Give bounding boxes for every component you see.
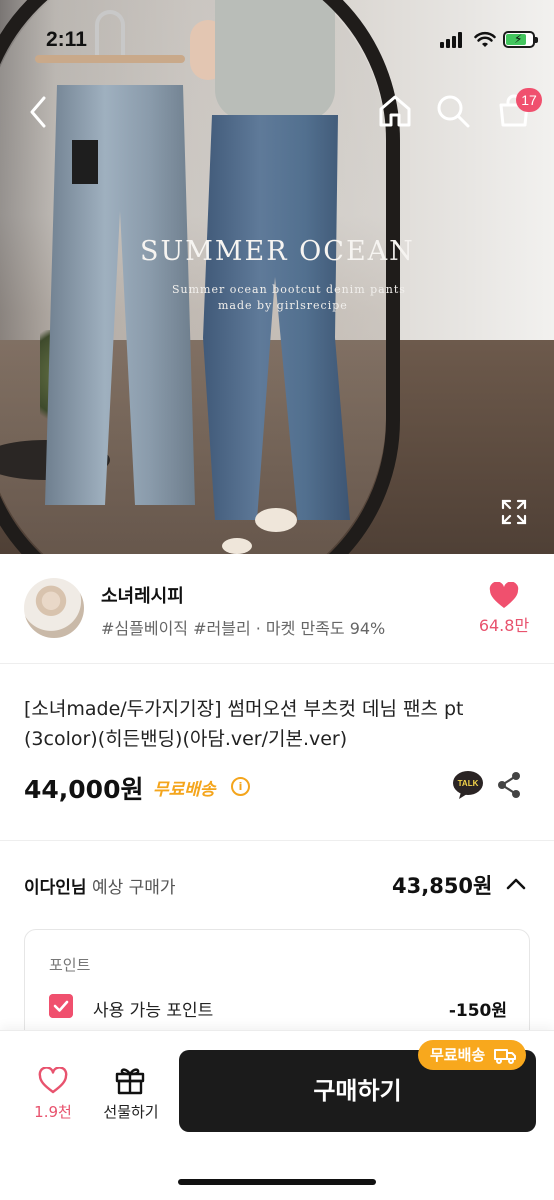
- bottom-action-bar: 1.9천 선물하기 구매하기 무료배송: [0, 1030, 554, 1200]
- talk-icon[interactable]: TALK: [452, 770, 484, 800]
- status-bar: 2:11 ⚡: [0, 0, 554, 82]
- seller-section[interactable]: 소녀레시피 #심플베이직 #러블리 · 마켓 만족도 94% 64.8만: [0, 554, 554, 664]
- gift-icon[interactable]: [114, 1064, 146, 1096]
- home-indicator: [178, 1179, 376, 1185]
- wishlist-count[interactable]: 1.9천: [24, 1101, 82, 1122]
- points-value: -150원: [448, 1001, 507, 1021]
- free-shipping-label: 무료배송: [153, 780, 216, 800]
- product-title: [소녀made/두가지기장] 썸머오션 부츠컷 데님 팬츠 pt (3color…: [24, 698, 464, 750]
- expected-price: 43,850원: [392, 874, 493, 898]
- hero-subtitle: Summer ocean bootcut denim pants: [172, 283, 406, 296]
- chevron-up-icon[interactable]: [505, 876, 527, 892]
- checkbox-icon[interactable]: [49, 994, 73, 1018]
- back-icon[interactable]: [24, 92, 54, 132]
- svg-text:TALK: TALK: [458, 779, 479, 788]
- hero-subtitle-2: made by girlsrecipe: [218, 299, 348, 312]
- seller-like-count: 64.8만: [478, 616, 530, 635]
- hero-title: SUMMER OCEAN: [140, 236, 415, 267]
- expected-price-caption: 예상 구매가: [91, 878, 176, 898]
- free-shipping-badge-label: 무료배송: [430, 1046, 486, 1064]
- product-image[interactable]: SUMMER OCEAN Summer ocean bootcut denim …: [0, 0, 554, 554]
- info-icon[interactable]: i: [231, 777, 250, 796]
- expand-icon[interactable]: [500, 498, 528, 526]
- product-price: 44,000원: [24, 775, 144, 804]
- search-icon[interactable]: [434, 92, 472, 130]
- points-title: 포인트: [49, 956, 91, 974]
- status-time: 2:11: [46, 28, 87, 51]
- wifi-icon: [474, 31, 496, 47]
- signal-icon: [440, 32, 466, 48]
- heart-filled-icon[interactable]: [489, 582, 519, 610]
- free-shipping-badge: 무료배송: [418, 1040, 527, 1070]
- truck-icon: [494, 1048, 517, 1064]
- cart-count-badge: 17: [516, 88, 542, 112]
- heart-outline-icon[interactable]: [38, 1067, 68, 1095]
- mirror-frame: [0, 0, 400, 554]
- seller-tags: #심플베이직 #러블리 · 마켓 만족도 94%: [101, 619, 386, 638]
- seller-avatar[interactable]: [24, 578, 84, 638]
- home-icon[interactable]: [376, 92, 414, 130]
- expected-price-label: 이다인님 예상 구매가: [24, 873, 176, 898]
- seller-name[interactable]: 소녀레시피: [101, 582, 184, 608]
- user-name: 이다인님: [24, 878, 87, 898]
- battery-icon: ⚡: [503, 31, 538, 48]
- gift-label[interactable]: 선물하기: [96, 1101, 166, 1122]
- share-icon[interactable]: [496, 771, 522, 799]
- points-label: 사용 가능 포인트: [93, 1001, 214, 1021]
- section-divider: [0, 840, 554, 841]
